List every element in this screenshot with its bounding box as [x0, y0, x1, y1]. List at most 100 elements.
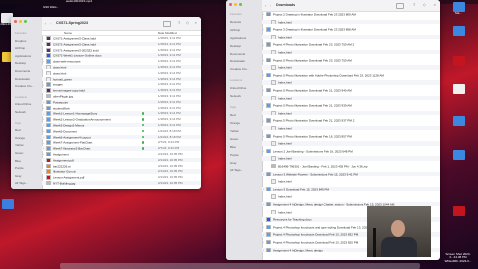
sidebar-tag[interactable]: Yellow	[230, 129, 239, 133]
file-row[interactable]: › Lesson 2 Joel Banding - Submissions Feb…	[262, 148, 440, 154]
tag-icon[interactable]: ◇	[423, 2, 426, 7]
file-row[interactable]: otherPlugin.jpg 1/18/23, 9:11 PM	[42, 94, 201, 99]
file-row[interactable]: › Week1-Lesson1-HomepageStory 1/18/23, 9:1…	[42, 111, 201, 116]
file-row[interactable]: › Project 5 Photo Illustration Download F…	[262, 88, 440, 93]
sidebar-tag[interactable]: Gray	[230, 161, 237, 165]
sidebar-item[interactable]: Network	[15, 110, 26, 114]
sidebar-item[interactable]: Documents	[230, 52, 245, 56]
desktop-icon[interactable]	[452, 56, 465, 66]
zoom-button[interactable]	[24, 20, 27, 23]
sidebar-item[interactable]: Creative Clo...	[15, 84, 34, 88]
file-row[interactable]: › Week7-Assignment-FlatChart 2/7/23, 9:34 …	[42, 140, 201, 145]
file-row[interactable]: › Project 5 Photo Illustration Download F…	[262, 133, 440, 138]
file-row[interactable]: B16496-796301 - Joel Barding - Feb 1, 20…	[262, 164, 440, 169]
sidebar-tag[interactable]: Orange	[15, 136, 25, 140]
file-row[interactable]: class.html 1/18/23, 9:11 PM	[42, 65, 201, 70]
sidebar-tag[interactable]: Blue	[15, 159, 21, 163]
search-icon[interactable]: ⌕	[195, 20, 197, 25]
file-row[interactable]: Index.html	[262, 179, 440, 184]
search-icon[interactable]: ⌕	[434, 2, 436, 7]
sidebar-item[interactable]: iCloud Drive	[230, 86, 246, 90]
file-row[interactable]: Index.html	[262, 34, 440, 40]
sidebar-tag[interactable]: Blue	[230, 145, 236, 149]
sidebar-item[interactable]: AirDrop	[15, 46, 25, 50]
sidebar-item[interactable]: Desktop	[230, 44, 241, 48]
file-row[interactable]: Lesson-Assignment.pdf 2/14/23, 10:05 PM	[42, 175, 201, 180]
back-icon[interactable]: ‹	[45, 21, 46, 26]
sidebar-tag[interactable]: All Tags...	[15, 181, 28, 185]
sidebar-tag[interactable]: Green	[15, 151, 23, 155]
view-options-icon[interactable]	[163, 21, 171, 27]
file-row[interactable]: › Project 3 Drawing in Illustrator Downlo…	[262, 27, 440, 32]
minimize-button[interactable]	[19, 20, 22, 23]
file-row[interactable]: CXS71-Week1-Lecture-Outline.docx 1/18/23,…	[42, 53, 201, 58]
file-row[interactable]: › Week3-Design2-Menus 1/18/23, 9:11 PM	[42, 123, 201, 128]
file-row[interactable]: › Project 4 Photo Illustration Download F…	[262, 42, 440, 47]
file-row[interactable]: lerma-images-copy.indd 1/18/23, 9:11 PM	[42, 88, 201, 93]
file-row[interactable]: Index.html	[262, 110, 440, 116]
sidebar-tag[interactable]: Red	[230, 113, 236, 117]
file-row[interactable]: › Assignment 2/14/23, 10:05 PM	[42, 152, 201, 157]
file-row[interactable]: CXS71-Assignment3-Class.indd 1/18/23, 9:1…	[42, 41, 201, 47]
zoom-button[interactable]	[239, 3, 242, 6]
name-column-header[interactable]: Name	[64, 31, 72, 35]
sidebar-tag[interactable]: Green	[230, 137, 238, 141]
sidebar-item[interactable]: Applications	[15, 54, 31, 58]
view-options-icon[interactable]	[396, 3, 404, 9]
file-row[interactable]: Index.html	[262, 156, 440, 161]
forward-icon[interactable]: ›	[50, 21, 51, 26]
file-row[interactable]: › Powerpoint 1/18/23, 9:11 PM	[42, 99, 201, 105]
close-button[interactable]	[14, 20, 17, 23]
sidebar-tag[interactable]: Yellow	[15, 143, 24, 147]
share-icon[interactable]: ⇪	[178, 20, 181, 25]
sidebar-tag[interactable]: Gray	[15, 174, 22, 178]
desktop-icon[interactable]: GS6 Wats...	[37, 6, 65, 10]
sidebar-item[interactable]: AirDrop	[230, 28, 240, 32]
file-row[interactable]: CXS71-Assignment3-2023Z2.indd 1/18/23, 9:…	[42, 47, 201, 52]
file-row[interactable]: Index.html	[262, 19, 440, 24]
file-row[interactable]: Index.html	[262, 194, 440, 199]
sidebar-item[interactable]: Desktop	[15, 61, 26, 65]
file-row[interactable]: › Week5-Document 1/24/23, 8:18 PM	[42, 128, 201, 134]
file-row[interactable]: bar222226.ai 2/14/23, 10:05 PM	[42, 163, 201, 168]
file-row[interactable]: Index.html	[262, 95, 440, 100]
desktop-icon[interactable]	[452, 116, 465, 126]
file-row[interactable]: › Project 5 Photo Illustration Download F…	[262, 57, 440, 62]
close-button[interactable]	[229, 3, 232, 6]
desktop-icon[interactable]	[452, 206, 465, 216]
file-row[interactable]: Index.html	[262, 126, 440, 131]
sidebar-tag[interactable]: Purple	[230, 153, 239, 157]
file-row[interactable]: › Lesson 3 Download Feb 15, 2023 849 PM	[262, 186, 440, 192]
file-row[interactable]: › Week2-Lesson2-GraduationAnnouncement 1/1…	[42, 117, 201, 122]
file-row[interactable]: › Lesson 3 Website Powers - Submissions F…	[262, 171, 440, 176]
desktop-icon[interactable]	[452, 150, 465, 160]
sidebar-tag[interactable]: Purple	[15, 166, 24, 170]
desktop-icon[interactable]: audio100101S.mp4	[65, 0, 93, 4]
sidebar-item[interactable]: Documents	[15, 69, 30, 73]
file-row[interactable]: › Week6-Assignment4-Layout 1/24/23, 8:18 P…	[42, 134, 201, 139]
file-row[interactable]: Index.html	[262, 65, 440, 70]
back-icon[interactable]: ‹	[265, 3, 266, 8]
file-row[interactable]: › studentWork 1/18/23, 9:11 PM	[42, 105, 201, 110]
desktop-icon[interactable]	[452, 26, 465, 36]
file-row[interactable]: hotmail_green 1/18/23, 9:11 PM	[42, 76, 201, 81]
file-row[interactable]: › Project 5 Photo Illustration Download F…	[262, 118, 440, 123]
file-row[interactable]: › Week7-Illustrator2-BarChart 2/7/23, 9:34…	[42, 146, 201, 151]
tag-icon[interactable]: ◇	[186, 20, 189, 25]
sidebar-item[interactable]: Creative Clo...	[230, 67, 249, 71]
share-icon[interactable]: ⇪	[413, 2, 416, 7]
file-row[interactable]: › Project 2 Drawing in Illustrator Downlo…	[262, 12, 440, 17]
file-row[interactable]: NYT-Building.jpg 2/14/23, 10:05 PM	[42, 181, 201, 186]
sidebar-tag[interactable]: All Tags...	[230, 168, 243, 172]
sidebar-item[interactable]: Dropbox	[15, 39, 26, 43]
sidebar-tag[interactable]: Red	[15, 128, 21, 132]
desktop-icon[interactable]: Ma...	[452, 2, 465, 16]
sidebar-item[interactable]: Network	[230, 94, 241, 98]
file-row[interactable]: CXS71-Assignment3-Class.indd 1/18/23, 9:1…	[42, 36, 201, 41]
file-row[interactable]: Index.html	[262, 80, 440, 85]
desktop-icon[interactable]	[452, 84, 465, 94]
sidebar-item[interactable]: Applications	[230, 36, 246, 40]
sidebar-item[interactable]: iCloud Drive	[15, 102, 31, 106]
file-row[interactable]: › Project 5 Photo Illustration Download F…	[262, 103, 440, 108]
sidebar-item[interactable]: Recents	[230, 20, 241, 24]
